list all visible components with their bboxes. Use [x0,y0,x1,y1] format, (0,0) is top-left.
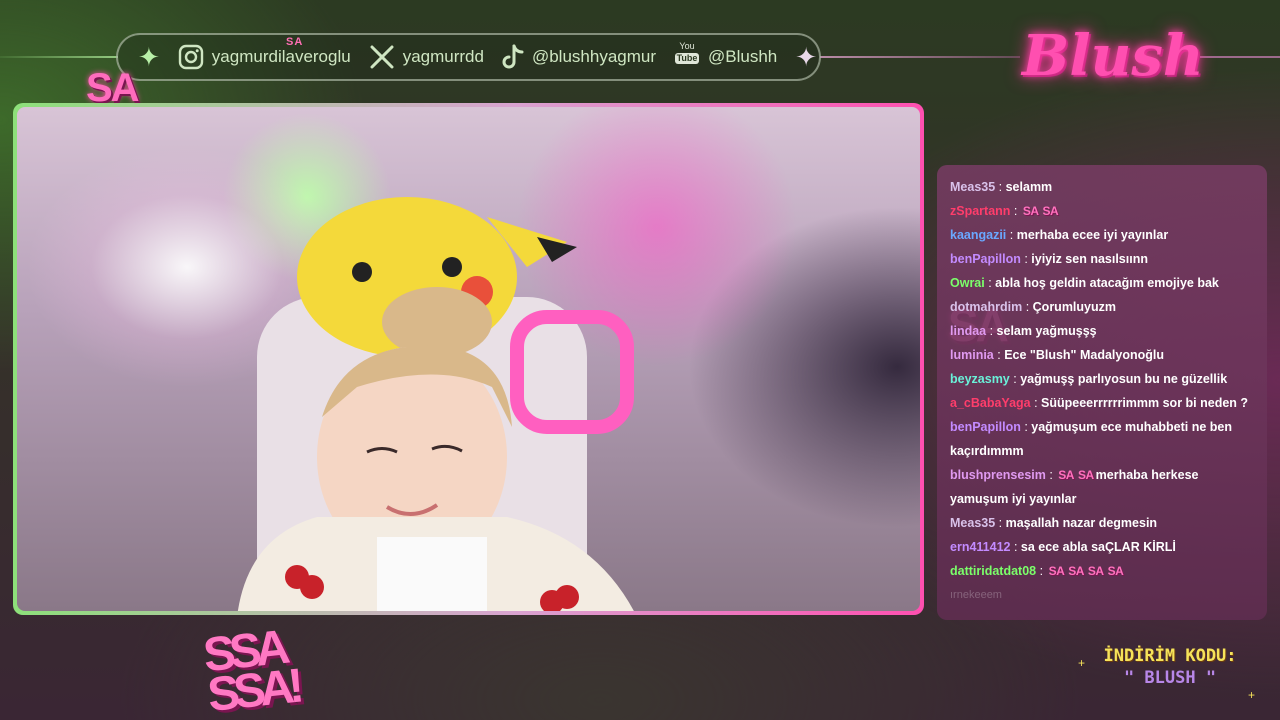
youtube-icon-bottom: Tube [674,53,700,64]
social-youtube: You Tube @Blushh [674,42,777,72]
chat-separator: : [1009,372,1021,386]
chat-username[interactable]: benPapillon [950,420,1021,434]
brand-logo: Blush [1022,23,1204,89]
sa-emote: SA [1048,564,1065,578]
chat-message-list: Meas35 : selamm zSpartann : SA SA kaangazii… [950,175,1255,583]
chat-text: iyiyiz sen nasılsıınn [1031,252,1148,266]
chat-username[interactable]: lindaa [950,324,986,338]
chat-message: benPapillon : iyiyiz sen nasılsıınn [950,247,1255,271]
chat-separator: : [1020,252,1032,266]
chat-text: yağmuşş parlıyosun bu ne güzellik [1020,372,1228,386]
chat-username[interactable]: Meas35 [950,516,995,530]
chat-message: zSpartann : SA SA [950,199,1255,223]
chat-message: benPapillon : yağmuşum ece muhabbeti ne … [950,415,1255,463]
chat-username[interactable]: dattiridatdat08 [950,564,1036,578]
discount-code: " BLUSH " [1123,668,1217,688]
chat-text: Süüpeeerrrrrrimmm sor bi neden ? [1041,396,1249,410]
chat-username[interactable]: blushprensesim [950,468,1046,482]
sa-emote: SA [1058,468,1074,482]
instagram-icon [178,44,204,70]
chat-message: ern411412 : sa ece abla saÇLAR KİRLİ [950,535,1255,559]
sparkle-icon: ✦ [138,42,160,72]
instagram-handle: yagmurdilaveroglu [211,47,351,66]
chat-message: kaangazii : merhaba ecee iyi yayınlar [950,223,1255,247]
chat-message: blushprensesim : SA SA merhaba herkese yam… [950,463,1255,511]
chat-message: Meas35 : selamm [950,175,1255,199]
chat-text: sa ece abla saÇLAR KİRLİ [1020,540,1176,554]
chat-text: Çorumluyuzm [1032,300,1116,314]
plus-sparkle-icon: + [1248,688,1256,702]
social-twitter: yagmurrdd [369,44,484,70]
discount-title: İNDİRİM KODU: [1103,646,1237,666]
youtube-icon: You Tube [674,42,700,72]
sa-sticker-line: SSA! [205,659,301,720]
sa-emote: SA [1087,564,1104,578]
youtube-handle: @Blushh [708,47,778,66]
chat-separator: : [1006,228,1017,242]
chat-text: maşallah nazar degmesin [1005,516,1158,530]
chat-separator: : [995,516,1006,530]
chat-separator: : [1010,540,1021,554]
sa-emote: SA [1042,204,1059,218]
chat-message: Meas35 : maşallah nazar degmesin [950,511,1255,535]
chat-username[interactable]: ern411412 [950,540,1010,554]
chat-separator: : [1036,564,1047,578]
chat-separator: : [1020,420,1032,434]
sa-sticker-stack: SSA SSA! [201,621,331,720]
top-divider-right [820,56,1020,58]
streamer-image [237,197,634,611]
chat-message: lindaa : selam yağmuşşş [950,319,1255,343]
chat-message: dattiridatdat08 : SA SA SA SA [950,559,1255,583]
sa-emote: SA [1077,468,1094,482]
sparkle-icon: ✦ [795,42,818,72]
top-divider-far-right [1200,56,1280,58]
top-divider-left [0,56,118,58]
chat-message: a_cBabaYaga : Süüpeeerrrrrrimmm sor bi n… [950,391,1255,415]
chat-message: Owrai : abla hoş geldin atacağım emojiye… [950,271,1255,295]
chat-separator: : [993,348,1005,362]
youtube-icon-top: You [679,41,695,51]
webcam-feed [17,107,920,611]
chat-username[interactable]: beyzasmy [950,372,1010,386]
chat-username[interactable]: a_cBabaYaga [950,396,1031,410]
chat-username[interactable]: zSpartann [950,204,1010,218]
sa-emote: SA [1022,204,1039,218]
chat-separator: : [1030,396,1042,410]
chat-separator: : [986,324,997,338]
social-links-bar: ✦ yagmurdilaveroglu yagmurrdd @blushhyag… [116,33,821,81]
x-logo-icon [369,44,395,70]
chat-message: beyzasmy : yağmuşş parlıyosun bu ne güze… [950,367,1255,391]
chat-username[interactable]: benPapillon [950,252,1021,266]
sa-emote-mini: SA [286,36,304,48]
chat-message: luminia : Ece "Blush" Madalyonoğlu [950,343,1255,367]
chat-separator: : [1045,468,1057,482]
social-tiktok: @blushhyagmur [502,44,656,70]
chat-separator: : [1022,300,1033,314]
tiktok-handle: @blushhyagmur [531,47,657,66]
chat-username[interactable]: luminia [950,348,994,362]
webcam-frame [13,103,924,615]
chat-text: merhaba ecee iyi yayınlar [1016,228,1169,242]
chat-username[interactable]: Owrai [950,276,985,290]
tiktok-icon [502,44,524,70]
chat-username[interactable]: kaangazii [950,228,1006,242]
chat-separator: : [1010,204,1021,218]
chat-separator: : [995,180,1006,194]
discount-code-box: İNDİRİM KODU: " BLUSH " [1080,646,1260,688]
chat-text: Ece "Blush" Madalyonoğlu [1004,348,1164,362]
sa-emote: SA [1107,564,1124,578]
chat-message: dotmahrdim : Çorumluyuzm [950,295,1255,319]
chat-username[interactable]: Meas35 [950,180,995,194]
sa-emote: SA [1068,564,1084,578]
chat-text: selamm [1005,180,1053,194]
social-instagram: yagmurdilaveroglu [178,44,351,70]
chat-separator: : [984,276,996,290]
chat-faded-line: ırnekeeem [950,589,1002,601]
chat-username[interactable]: dotmahrdim [950,300,1022,314]
chat-text: abla hoş geldin atacağım emojiye bak [995,276,1219,290]
chat-panel: Meas35 : selamm zSpartann : SA SA kaangazii… [937,165,1267,620]
chat-text: selam yağmuşşş [996,324,1097,338]
twitter-handle: yagmurrdd [402,47,484,66]
